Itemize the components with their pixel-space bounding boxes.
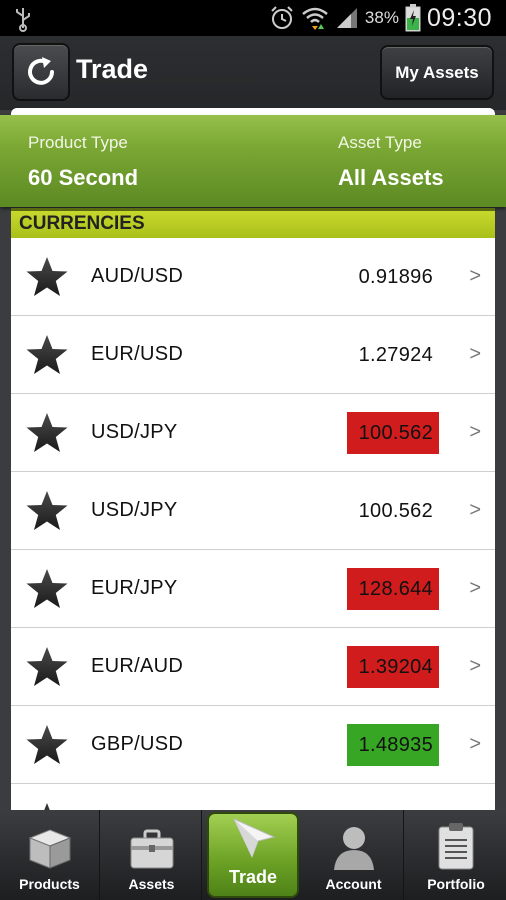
battery-icon [405, 4, 421, 32]
nav-assets[interactable]: Assets [102, 810, 202, 900]
battery-percent: 38% [364, 8, 399, 27]
briefcase-icon [130, 829, 173, 869]
asset-price: 1.27924 [358, 344, 433, 366]
list-item[interactable]: EUR/USD 1.27924 > [11, 316, 495, 394]
usb-icon [16, 8, 30, 32]
product-type-selector[interactable]: Product Type 60 Second [28, 133, 138, 191]
asset-price: 0.91896 [358, 266, 433, 288]
favorite-star-icon[interactable] [25, 646, 69, 688]
nav-trade[interactable]: Trade [207, 812, 299, 898]
list-item-partial [11, 784, 495, 810]
clock: 09:30 [426, 3, 492, 32]
my-assets-button[interactable]: My Assets [380, 45, 494, 100]
favorite-star-icon[interactable] [25, 412, 69, 454]
refresh-icon [28, 57, 54, 85]
favorite-star-icon[interactable] [25, 490, 69, 532]
asset-pair: GBP/USD [91, 733, 184, 755]
section-header-currencies: CURRENCIES [11, 208, 495, 238]
chevron-right-icon: > [469, 733, 481, 755]
asset-price: 1.48935 [347, 724, 439, 766]
asset-type-label: Asset Type [338, 133, 422, 152]
asset-pair: EUR/JPY [91, 577, 178, 599]
list-item[interactable]: GBP/USD 1.48935 > [11, 706, 495, 784]
asset-price: 100.562 [358, 500, 433, 522]
list-item[interactable]: USD/JPY 100.562 > [11, 394, 495, 472]
title-bar: Trade My Assets [0, 36, 506, 110]
chevron-right-icon: > [469, 655, 481, 677]
list-item[interactable]: USD/JPY 100.562 > [11, 472, 495, 550]
product-type-value: 60 Second [28, 165, 139, 190]
asset-price: 1.39204 [347, 646, 439, 688]
signal-icon [336, 8, 357, 28]
nav-account-label: Account [325, 876, 382, 892]
bottom-nav: Products Assets Trade Account Portfolio [0, 810, 506, 900]
asset-type-value: All Assets [338, 165, 444, 190]
asset-pair: USD/JPY [91, 421, 178, 443]
asset-price: 100.562 [347, 412, 439, 454]
paper-plane-icon [232, 817, 276, 859]
nav-products[interactable]: Products [0, 810, 100, 900]
refresh-button[interactable] [12, 43, 70, 101]
alarm-icon [271, 6, 293, 29]
chevron-right-icon: > [469, 265, 481, 287]
favorite-star-icon [44, 803, 50, 810]
product-type-label: Product Type [28, 133, 128, 152]
nav-assets-label: Assets [128, 876, 175, 892]
chevron-right-icon: > [469, 343, 481, 365]
wifi-icon [302, 7, 328, 30]
nav-portfolio[interactable]: Portfolio [406, 810, 506, 900]
favorite-star-icon[interactable] [25, 724, 69, 766]
nav-portfolio-label: Portfolio [427, 876, 485, 892]
status-bar: 38% 09:30 [0, 0, 506, 36]
page-title: Trade [76, 54, 149, 84]
person-icon [333, 827, 374, 870]
favorite-star-icon[interactable] [25, 334, 69, 376]
favorite-star-icon[interactable] [25, 256, 69, 298]
nav-products-label: Products [19, 876, 80, 892]
nav-trade-label: Trade [228, 867, 278, 887]
list-item[interactable]: EUR/AUD 1.39204 > [11, 628, 495, 706]
asset-type-selector[interactable]: Asset Type All Assets [338, 133, 444, 191]
asset-price: 128.644 [347, 568, 439, 610]
favorite-star-icon[interactable] [25, 568, 69, 610]
asset-list: AUD/USD 0.91896 > EUR/USD 1.27924 > USD/JPY 100… [11, 238, 495, 810]
products-box-icon [28, 829, 71, 869]
asset-pair: EUR/USD [91, 343, 184, 365]
asset-pair: EUR/AUD [91, 655, 184, 677]
asset-pair: USD/JPY [91, 499, 178, 521]
list-item[interactable]: EUR/JPY 128.644 > [11, 550, 495, 628]
chevron-right-icon: > [469, 499, 481, 521]
nav-account[interactable]: Account [304, 810, 404, 900]
clipboard-icon [438, 823, 474, 870]
asset-pair: AUD/USD [91, 265, 184, 287]
chevron-right-icon: > [469, 421, 481, 443]
chevron-right-icon: > [469, 577, 481, 599]
filter-bar: Product Type 60 Second Asset Type All As… [0, 115, 506, 207]
list-item[interactable]: AUD/USD 0.91896 > [11, 238, 495, 316]
